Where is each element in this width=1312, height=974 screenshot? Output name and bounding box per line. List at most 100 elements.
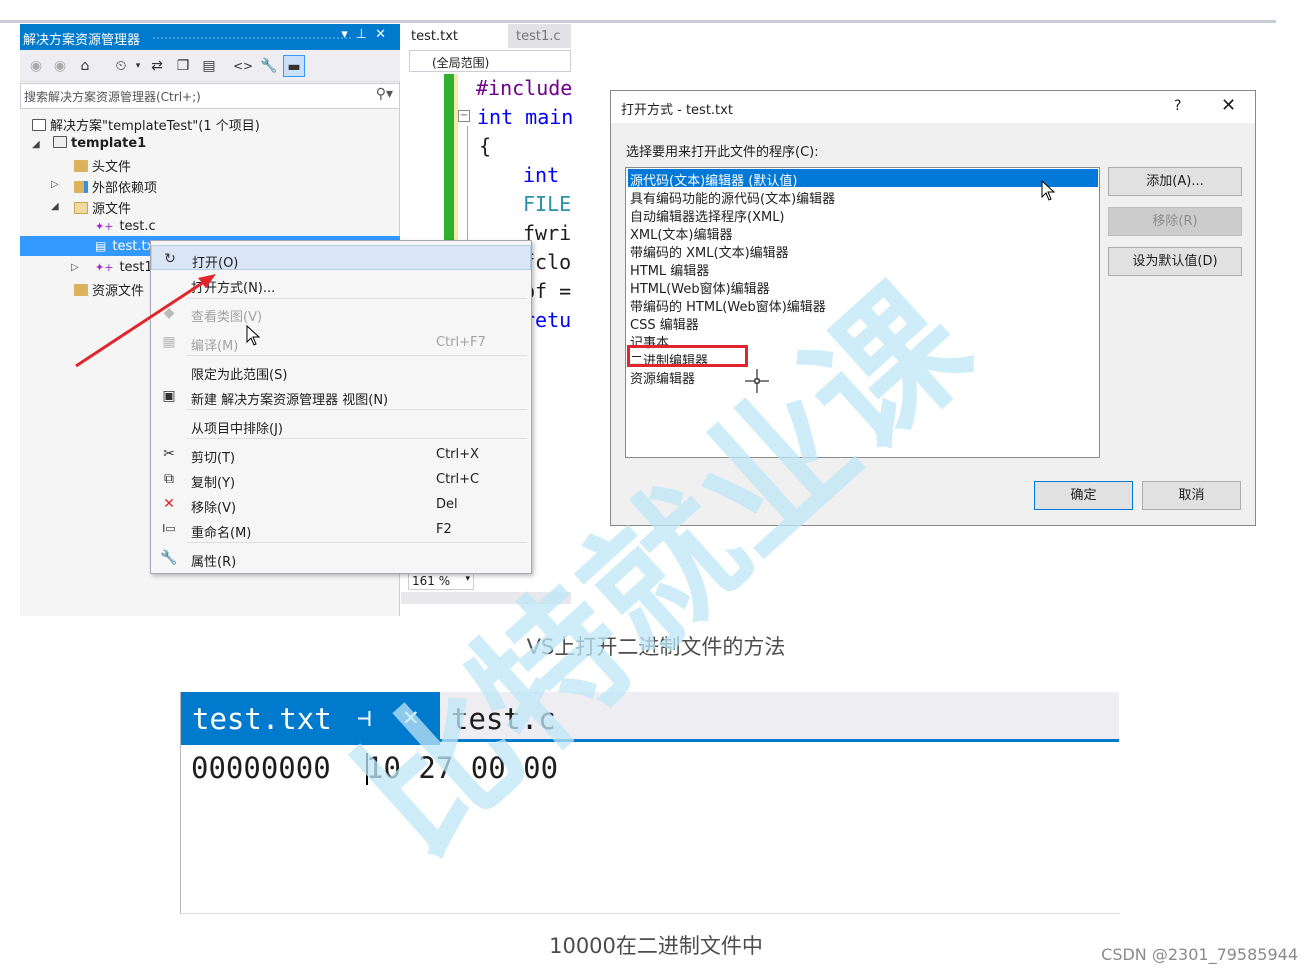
- tab-label: test.txt: [192, 702, 332, 736]
- close-icon[interactable]: ✕: [403, 702, 419, 732]
- back-icon[interactable]: ◉: [25, 55, 47, 77]
- program-list-item[interactable]: 资源编辑器: [628, 367, 1098, 387]
- program-list-item[interactable]: 带编码的 XML(文本)编辑器: [628, 241, 1098, 261]
- set-default-button[interactable]: 设为默认值(D): [1108, 247, 1242, 276]
- tree-project[interactable]: template1: [53, 136, 146, 151]
- help-button[interactable]: ?: [1174, 98, 1181, 114]
- collapse-all-icon[interactable]: ❐: [172, 55, 194, 77]
- program-list-item[interactable]: 具有编码功能的源代码(文本)编辑器: [628, 187, 1098, 207]
- tree-solution[interactable]: 解决方案"templateTest"(1 个项目): [32, 115, 260, 134]
- tree-item-external-deps[interactable]: 外部依赖项: [74, 177, 157, 196]
- menu-item-properties[interactable]: 🔧 属性(R): [151, 545, 531, 570]
- program-list-item[interactable]: CSS 编辑器: [628, 313, 1098, 333]
- tab-test1-c[interactable]: test1.c: [508, 24, 571, 48]
- menu-item-exclude[interactable]: 从项目中排除(J): [151, 412, 531, 437]
- external-deps-icon: [74, 181, 88, 193]
- rename-icon: I▭: [162, 522, 176, 535]
- ok-button[interactable]: 确定: [1034, 481, 1133, 510]
- menu-item-shortcut: F2: [436, 522, 452, 537]
- remove-button[interactable]: 移除(R): [1108, 207, 1242, 236]
- credit-text: CSDN @2301_79585944: [1101, 945, 1298, 964]
- menu-item-cut[interactable]: ✂ 剪切(T) Ctrl+X: [151, 441, 531, 466]
- solution-search-box[interactable]: 搜索解决方案资源管理器(Ctrl+;) ⚲▾: [20, 83, 400, 109]
- menu-item-open[interactable]: ↻ 打开(O): [151, 245, 531, 271]
- program-list-item[interactable]: XML(文本)编辑器: [628, 223, 1098, 243]
- tree-item-test-c[interactable]: ✦+ test.c: [95, 219, 156, 234]
- scissors-icon: ✂: [163, 446, 175, 462]
- mouse-cursor-icon: [1041, 180, 1056, 201]
- preview-icon[interactable]: ▬: [283, 55, 305, 77]
- binary-editor: test.txt ⊣ ✕ test.c 00000000 10 27 00 00: [180, 692, 1120, 914]
- menu-item-new-view[interactable]: ▣ 新建 解决方案资源管理器 视图(N): [151, 383, 531, 408]
- code-line[interactable]: #include: [476, 76, 572, 100]
- mouse-cursor-icon: [246, 325, 261, 346]
- tree-solution-label: 解决方案"templateTest"(1 个项目): [50, 119, 260, 134]
- expand-arrow-icon[interactable]: ◢: [51, 201, 59, 212]
- wrench-icon: 🔧: [160, 550, 178, 566]
- zoom-value: 161 %: [412, 574, 451, 588]
- folder-open-icon: [74, 202, 88, 214]
- properties-icon[interactable]: 🔧: [258, 55, 280, 77]
- c-file-icon: ✦+: [95, 220, 114, 233]
- menu-item-label: 复制(Y): [191, 476, 236, 491]
- menu-item-label: 打开(O): [192, 256, 239, 271]
- tab-test-txt[interactable]: test.txt: [401, 24, 508, 48]
- hex-address: 00000000: [191, 751, 331, 785]
- zoom-dropdown[interactable]: 161 % ▾: [408, 572, 474, 590]
- code-line[interactable]: int main: [477, 105, 573, 129]
- program-list-item[interactable]: 源代码(文本)编辑器 (默认值): [628, 169, 1098, 189]
- pin-icon[interactable]: ⊣: [357, 704, 371, 732]
- tab-test-txt-binary[interactable]: test.txt ⊣ ✕: [181, 692, 440, 745]
- tree-item-source-files[interactable]: 源文件: [74, 198, 131, 217]
- menu-item-remove[interactable]: ✕ 移除(V) Del: [151, 491, 531, 516]
- titlebar-grip[interactable]: [152, 36, 352, 40]
- tab-test-c[interactable]: test.c: [451, 702, 556, 736]
- forward-icon[interactable]: ◉: [49, 55, 71, 77]
- show-all-files-icon[interactable]: ▤: [198, 55, 220, 77]
- program-list-item[interactable]: HTML 编辑器: [628, 259, 1098, 279]
- menu-item-copy[interactable]: ⧉ 复制(Y) Ctrl+C: [151, 466, 531, 491]
- dropdown-icon[interactable]: ▾: [341, 27, 356, 42]
- menu-item-shortcut: Ctrl+X: [436, 447, 479, 462]
- cancel-button[interactable]: 取消: [1142, 481, 1241, 510]
- tree-item-label: 外部依赖项: [92, 181, 158, 196]
- menu-item-rename[interactable]: I▭ 重命名(M) F2: [151, 516, 531, 541]
- add-button[interactable]: 添加(A)...: [1108, 167, 1242, 196]
- menu-separator: [187, 355, 527, 356]
- hex-bytes[interactable]: 10 27 00 00: [366, 751, 558, 785]
- tree-item-headers[interactable]: 头文件: [74, 156, 131, 175]
- sync-icon[interactable]: ⇄: [146, 55, 168, 77]
- collapse-arrow-icon[interactable]: ▷: [51, 179, 59, 190]
- search-icon[interactable]: ⚲▾: [376, 86, 393, 102]
- code-line[interactable]: {: [479, 134, 491, 158]
- tree-item-label: 头文件: [92, 160, 132, 175]
- open-icon: ↻: [164, 251, 176, 267]
- text-file-icon: ▤: [95, 239, 107, 253]
- menu-item-label: 移除(V): [191, 501, 237, 516]
- scope-dropdown[interactable]: (全局范围): [409, 50, 571, 72]
- menu-item-label: 重命名(M): [191, 526, 252, 541]
- crosshair-cursor-icon: [745, 369, 769, 393]
- tree-project-label: template1: [71, 136, 147, 151]
- solution-icon: [32, 119, 46, 131]
- program-list-item[interactable]: HTML(Web窗体)编辑器: [628, 277, 1098, 297]
- caption-open-binary: VS上打开二进制文件的方法: [526, 635, 786, 659]
- program-list-item[interactable]: 带编码的 HTML(Web窗体)编辑器: [628, 295, 1098, 315]
- menu-separator: [187, 542, 527, 543]
- code-line[interactable]: FILE: [523, 192, 571, 216]
- red-highlight-box: [627, 345, 748, 367]
- view-code-icon[interactable]: <>: [232, 55, 254, 77]
- program-list-item[interactable]: 自动编辑器选择程序(XML): [628, 205, 1098, 225]
- program-list[interactable]: 源代码(文本)编辑器 (默认值) 具有编码功能的源代码(文本)编辑器 自动编辑器…: [625, 167, 1100, 458]
- pin-icon[interactable]: ⊥: [356, 27, 375, 42]
- expand-arrow-icon[interactable]: ◢: [32, 139, 40, 150]
- chevron-down-icon: ▾: [465, 574, 470, 584]
- horizontal-scrollbar[interactable]: [401, 592, 571, 604]
- close-icon[interactable]: ✕: [375, 27, 394, 42]
- collapse-icon[interactable]: −: [458, 110, 470, 122]
- code-line[interactable]: int: [523, 163, 559, 187]
- home-icon[interactable]: ⌂: [74, 55, 96, 77]
- menu-item-label: 新建 解决方案资源管理器 视图(N): [191, 393, 389, 408]
- project-icon: [53, 136, 67, 148]
- dialog-close-button[interactable]: ✕: [1221, 95, 1236, 116]
